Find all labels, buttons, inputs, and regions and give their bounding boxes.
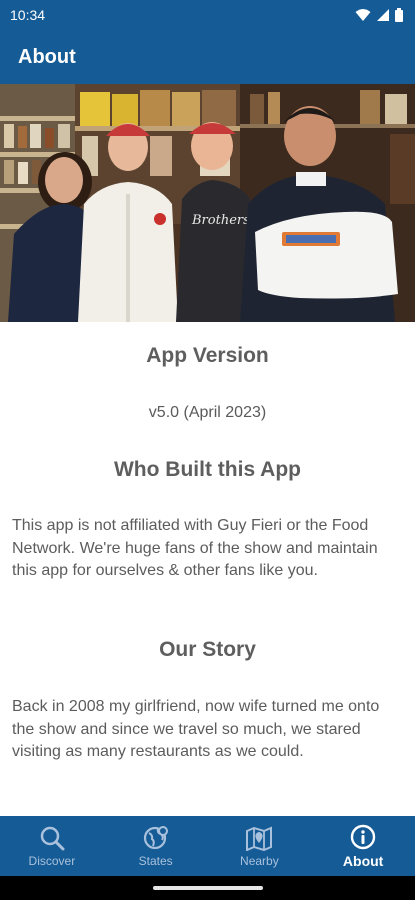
status-icons — [355, 8, 403, 22]
nav-about-label: About — [342, 852, 384, 869]
nav-nearby[interactable]: Nearby — [208, 816, 312, 876]
bottom-navigation: Discover States Nearby About — [0, 816, 415, 876]
map-pin-icon — [246, 825, 273, 851]
nav-nearby-label: Nearby — [240, 853, 279, 868]
gesture-handle[interactable] — [152, 886, 263, 890]
status-bar: 10:34 — [0, 0, 415, 30]
nav-states-label: States — [138, 853, 173, 868]
info-icon — [350, 824, 376, 849]
page-title: About — [18, 45, 76, 68]
about-content[interactable]: App Version v5.0 (April 2023) Who Built … — [0, 322, 415, 816]
who-built-title: Who Built this App — [113, 458, 301, 481]
app-bar: About — [0, 30, 415, 84]
our-story-text: Back in 2008 my girlfriend, now wife tur… — [12, 698, 380, 760]
status-time: 10:34 — [10, 7, 46, 23]
search-icon — [40, 826, 65, 850]
nav-discover[interactable]: Discover — [0, 816, 104, 876]
nav-states[interactable]: States — [104, 816, 208, 876]
signal-icon — [377, 9, 389, 21]
our-story-title: Our Story — [159, 638, 256, 661]
nav-about[interactable]: About — [311, 816, 415, 876]
gesture-bar — [0, 876, 415, 900]
battery-icon — [395, 8, 403, 22]
hero-photo: Brothers — [0, 84, 415, 322]
app-version-title: App Version — [146, 344, 269, 367]
wifi-icon — [355, 9, 371, 21]
who-built-text: This app is not affiliated with Guy Fier… — [12, 517, 378, 579]
svg-text:Brothers: Brothers — [191, 213, 250, 228]
nav-discover-label: Discover — [28, 853, 76, 868]
hero-illustration: Brothers — [0, 84, 415, 322]
globe-icon — [143, 825, 168, 849]
app-version-value: v5.0 (April 2023) — [148, 404, 267, 421]
